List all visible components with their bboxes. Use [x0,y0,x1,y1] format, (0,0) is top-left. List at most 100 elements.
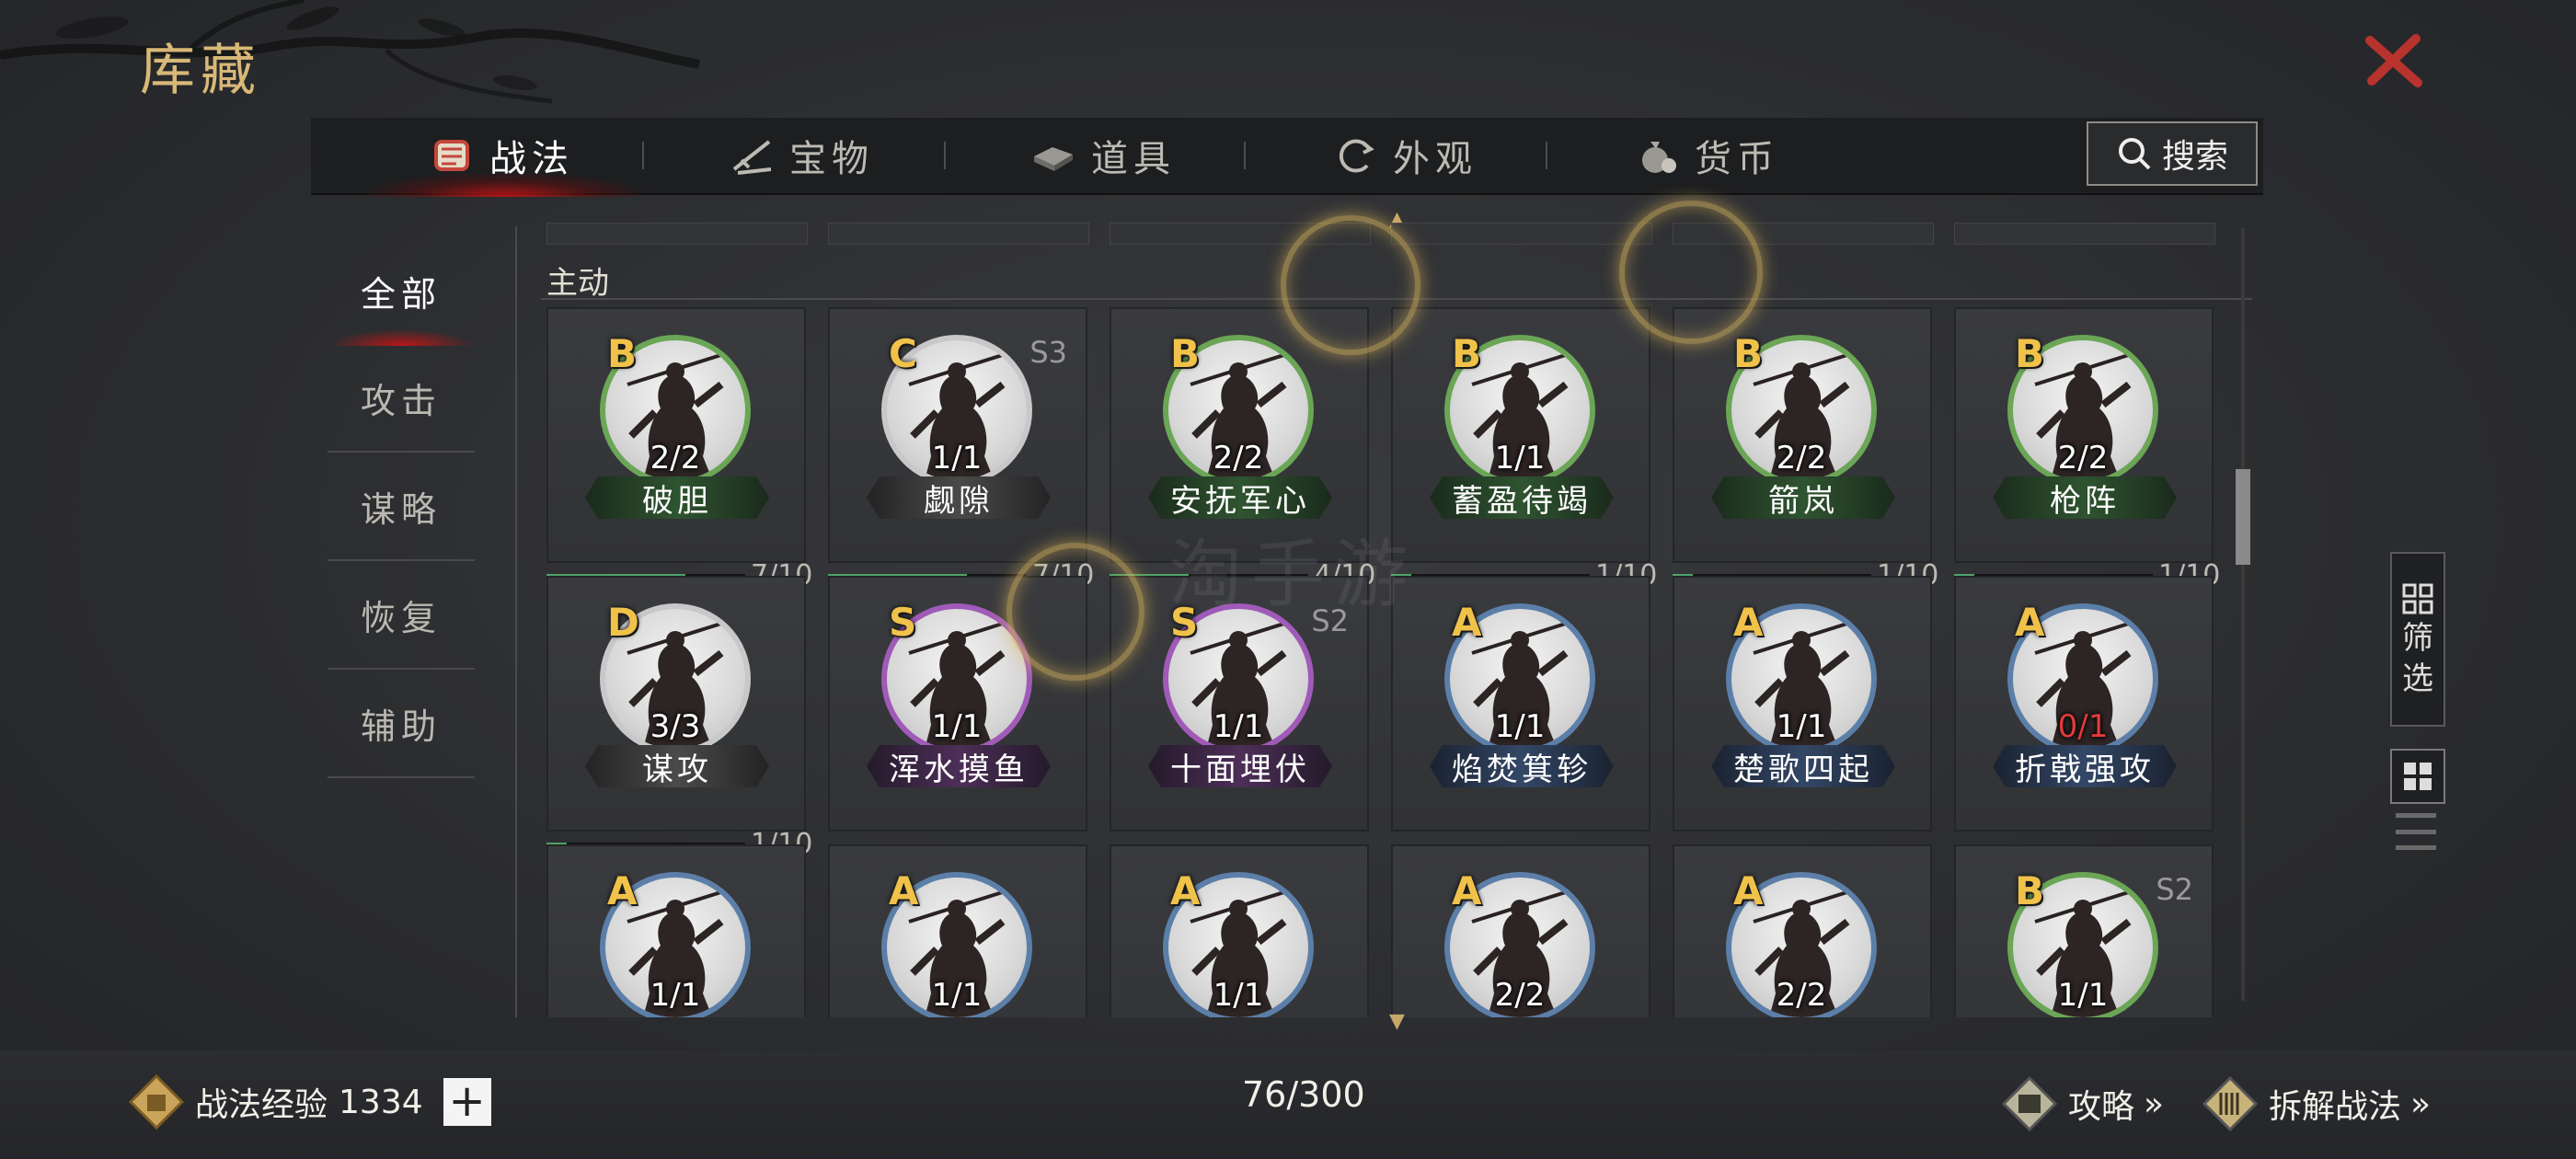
sparkle-ring-effect [1281,215,1420,355]
tactic-grade: B [1733,331,1764,376]
tactic-count: 1/1 [1213,977,1264,1014]
dismantle-label: 拆解战法 [2269,1088,2402,1126]
nav-divider [515,226,517,1017]
guide-label: 攻略 [2068,1088,2135,1126]
tactic-grade: A [1170,868,1201,913]
tactic-card[interactable]: 1/1 B S2 [1954,844,2214,1017]
tactic-name: 枪阵 [1993,476,2177,519]
sparkle-ring-effect [1006,543,1144,681]
nav-item-support[interactable]: 辅助 [328,670,475,778]
tactic-grade: A [1733,868,1764,913]
tactic-name: 十面埋伏 [1148,745,1332,787]
tab-separator [1546,142,1547,169]
tactic-grade: A [1452,600,1482,645]
tactic-card[interactable]: 1/1 A [828,844,1087,1017]
bottom-bar: 战法经验 1334 + 76/300 攻略 » 拆解战法 » [0,1050,2576,1159]
tactic-count: 2/2 [650,440,701,476]
add-exp-button[interactable]: + [443,1078,491,1126]
exp-token-icon [129,1074,184,1130]
tab-appearance-label: 外观 [1393,138,1478,180]
tactic-name: 破胆 [585,476,769,519]
tactic-grade: A [1733,600,1764,645]
tactic-grade: A [889,868,919,913]
tab-separator [944,142,946,169]
tactic-count: 1/1 [1776,708,1827,745]
tactic-grade: D [607,600,639,645]
tactic-card[interactable]: 2/2 B 箭岚 [1673,307,1932,563]
list-view-icon-bar [2396,829,2436,834]
nav-item-attack[interactable]: 攻击 [328,344,475,453]
tactic-card[interactable]: 1/1 A [546,844,806,1017]
tactic-name: 浑水摸鱼 [867,745,1051,787]
page-title: 库藏 [140,39,261,103]
section-title: 主动 [546,265,609,302]
tactic-grade: B [2015,868,2045,913]
list-view-toggle[interactable] [2396,813,2436,850]
scroll-down-indicator: ▼ [1389,1010,1405,1033]
scrollbar-thumb[interactable] [2236,469,2250,565]
tactic-count: 3/3 [650,708,701,745]
previous-row-card-edge [1954,223,2215,245]
tactic-card[interactable]: 1/1 A 焰焚箕轸 [1391,576,1650,832]
nav-item-all[interactable]: 全部 [328,237,475,346]
tactic-card[interactable]: 1/1 A [1110,844,1369,1017]
tab-treasure[interactable]: 宝物 [727,118,874,193]
tactic-grade: A [607,868,638,913]
tactic-name: 谋攻 [585,745,769,787]
tab-treasure-label: 宝物 [789,138,874,180]
sparkle-ring-effect [1619,201,1763,344]
guide-button[interactable]: 攻略 » [2000,1074,2164,1133]
tactic-count: 1/1 [931,440,983,476]
scrollbar-track [2241,228,2245,1001]
tactic-exp: 战法经验 1334 + [129,1074,491,1130]
nav-item-strategy[interactable]: 谋略 [328,453,475,561]
tactic-card[interactable]: 3/3 D 谋攻 [546,576,806,832]
close-icon[interactable] [2361,28,2427,94]
season-tag: S3 [1029,335,1067,370]
tactic-card[interactable]: 2/2 B 破胆 [546,307,806,563]
dismantle-icon [2202,1075,2259,1132]
tactic-count: 1/1 [1213,708,1264,745]
tactic-name: 箭岚 [1711,476,1895,519]
filter-label: 选 [2402,660,2433,697]
tactic-name: 觑隙 [867,476,1051,519]
tactic-grade: C [889,331,917,376]
nav-item-label: 辅助 [360,706,442,747]
tactic-count: 2/2 [2057,440,2109,476]
tab-appearance[interactable]: 外观 [1330,118,1478,193]
filter-button[interactable]: 筛 选 [2390,552,2445,727]
tab-items[interactable]: 道具 [1029,118,1176,193]
tactic-name: 焰焚箕轸 [1430,745,1614,787]
tab-tactics[interactable]: 战法 [427,118,574,193]
currency-bag-icon [1632,131,1682,180]
tab-separator [642,142,644,169]
tactic-card[interactable]: 2/2 B 枪阵 [1954,307,2214,563]
exp-value: 1334 [339,1083,423,1121]
tactic-grade: S [889,600,917,645]
tactic-count: 1/1 [650,977,701,1014]
search-icon [2118,138,2151,170]
exp-label: 战法经验 [195,1086,328,1124]
tactic-card[interactable]: 1/1 B 蓄盈待竭 [1391,307,1650,563]
tactic-card[interactable]: 2/2 A [1391,844,1650,1017]
tactic-grade: A [1452,868,1482,913]
tab-items-label: 道具 [1091,138,1176,180]
grid-view-icon [2404,763,2432,790]
tactic-grade: B [2015,331,2045,376]
list-view-icon-bar [2396,845,2436,850]
grid-view-toggle[interactable] [2390,749,2445,804]
tactic-grade: A [2015,600,2045,645]
tactic-card[interactable]: 2/2 A [1673,844,1932,1017]
dismantle-tactics-button[interactable]: 拆解战法 » [2201,1074,2431,1133]
tactic-card[interactable]: 1/1 C S3 觑隙 [828,307,1087,563]
tactic-count: 1/1 [1494,708,1546,745]
nav-item-recovery[interactable]: 恢复 [328,561,475,670]
tactic-card[interactable]: 0/1 A 折戟强攻 [1954,576,2214,832]
tactic-name: 蓄盈待竭 [1430,476,1614,519]
search-button[interactable]: 搜索 [2087,121,2258,186]
tactic-count: 2/2 [1213,440,1264,476]
previous-row-card-edge [546,223,808,245]
tab-currency[interactable]: 货币 [1632,118,1779,193]
tactic-card[interactable]: 1/1 A 楚歌四起 [1673,576,1932,832]
dismantle-arrow: » [2410,1084,2432,1123]
